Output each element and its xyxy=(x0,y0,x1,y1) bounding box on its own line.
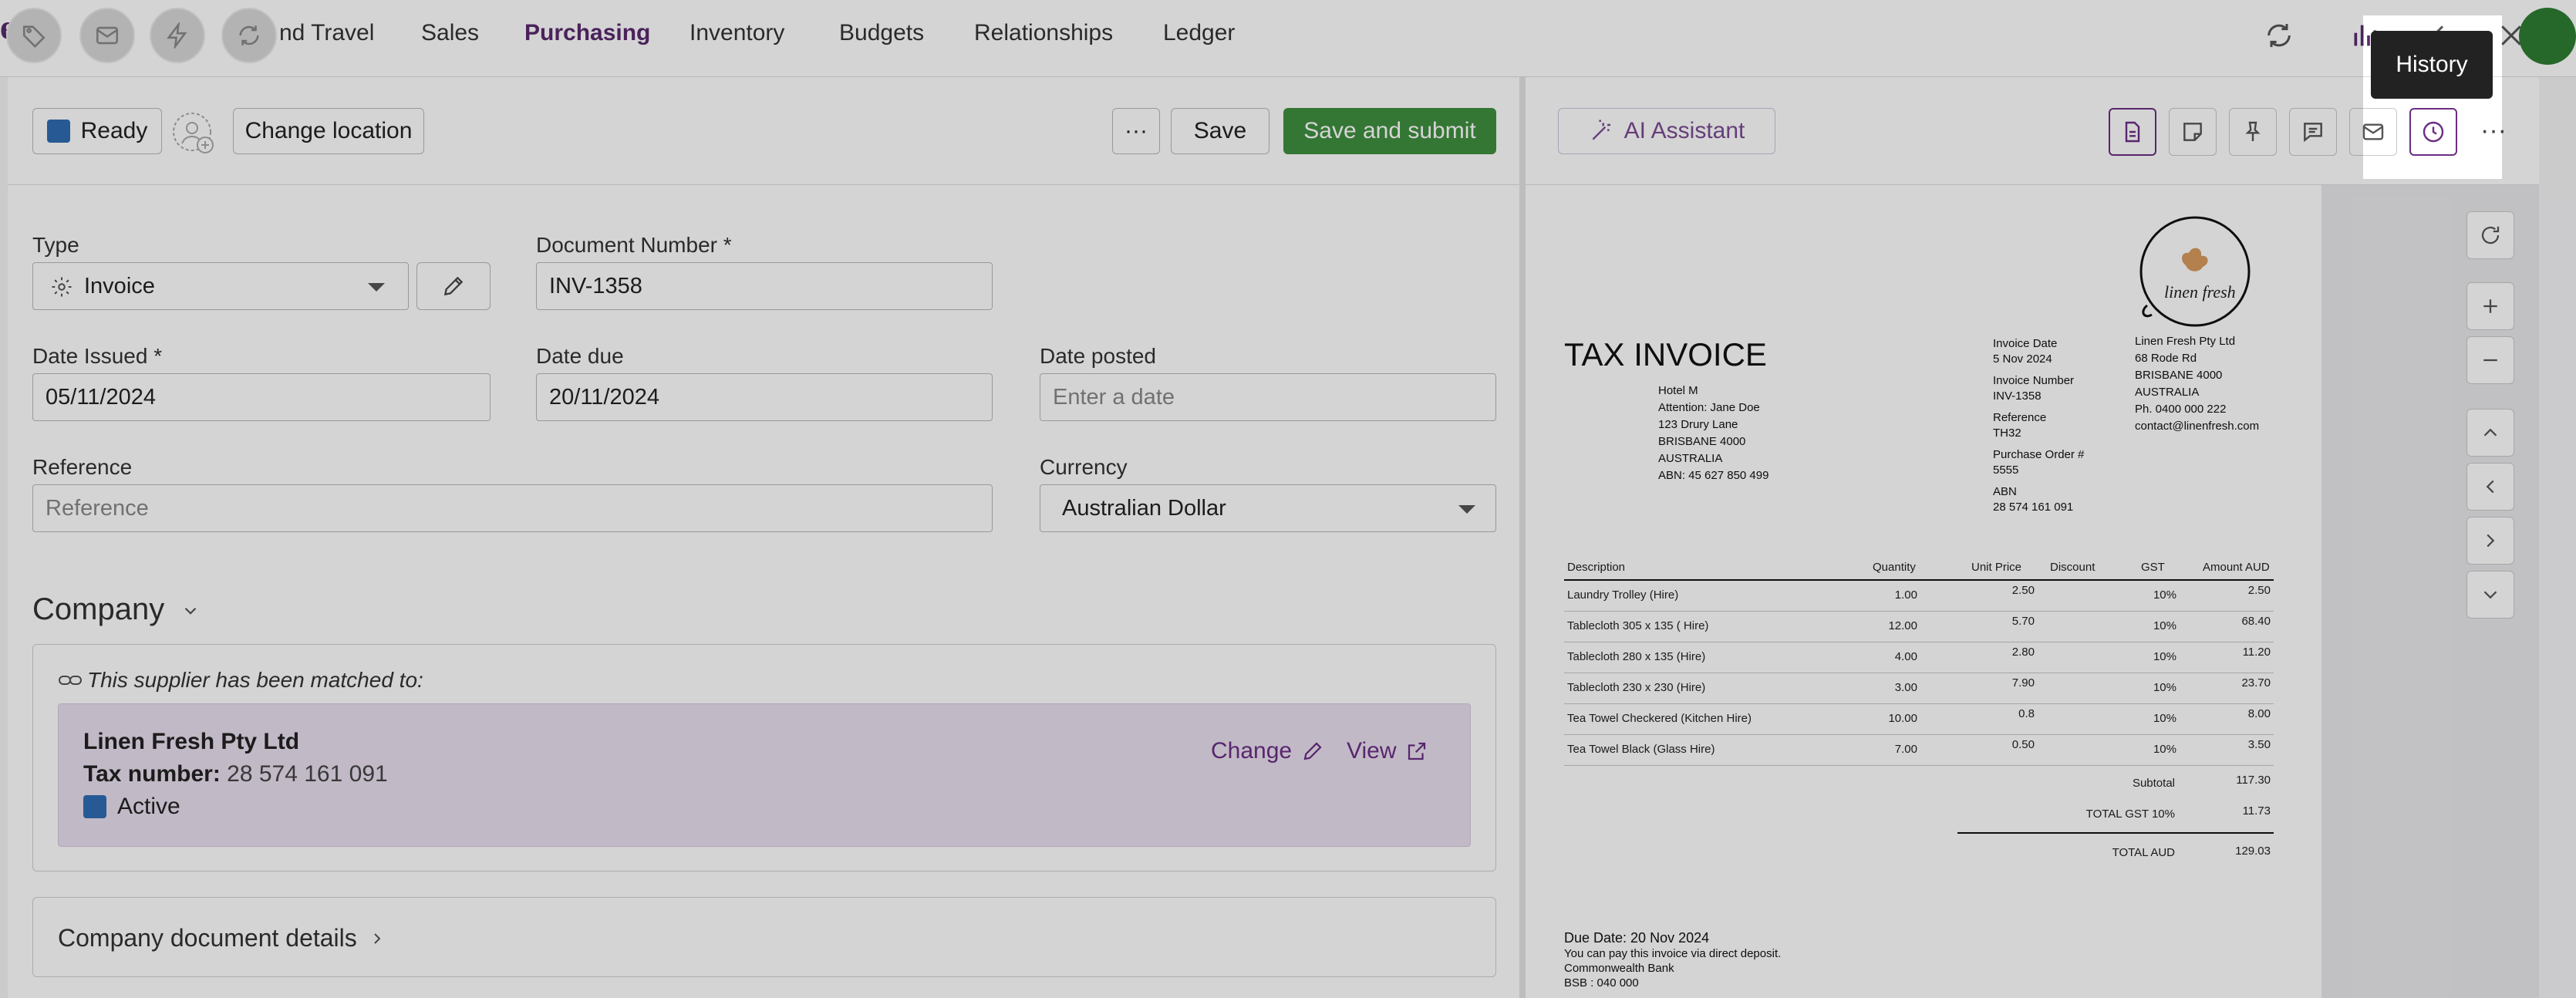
overlay-dim xyxy=(2502,15,2576,179)
overlay-dim xyxy=(0,179,2576,998)
overlay-dim xyxy=(0,15,2363,179)
overlay-dim xyxy=(0,0,2576,15)
clock-icon xyxy=(2423,121,2444,143)
history-tooltip: History xyxy=(2371,31,2493,99)
history-button[interactable] xyxy=(2409,108,2457,156)
mail-icon xyxy=(2362,123,2384,140)
